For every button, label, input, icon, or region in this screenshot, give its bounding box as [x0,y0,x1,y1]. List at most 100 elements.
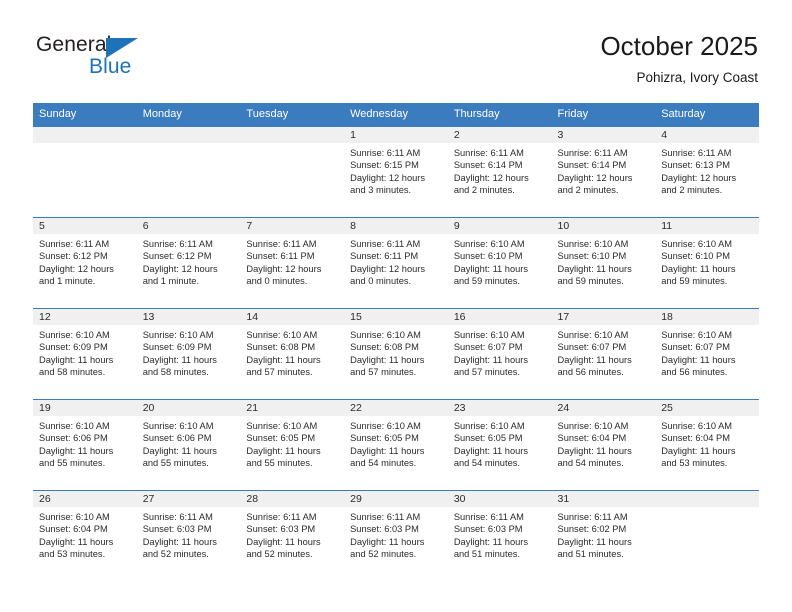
calendar-day-cell[interactable]: 19 Sunrise: 6:10 AM Sunset: 6:06 PM Dayligh… [33,399,137,491]
calendar-day-cell[interactable]: 16 Sunrise: 6:10 AM Sunset: 6:07 PM Dayligh… [447,308,552,400]
day-details: Sunrise: 6:10 AM Sunset: 6:05 PM Daylight:… [448,416,552,470]
calendar-day-cell[interactable]: 10 Sunrise: 6:10 AM Sunset: 6:10 PM Dayligh… [551,217,656,309]
day-number: 22 [344,400,448,416]
sunrise-time: Sunrise: 6:10 AM [557,239,629,249]
calendar-day-cell[interactable]: 30 Sunrise: 6:11 AM Sunset: 6:03 PM Dayligh… [447,490,552,581]
day-details: Sunrise: 6:10 AM Sunset: 6:06 PM Daylight:… [137,416,241,470]
sunset-time: Sunset: 6:05 PM [453,433,523,444]
day-cell-empty [655,491,759,581]
calendar-day-cell[interactable] [33,126,137,218]
day-number: 27 [136,491,241,507]
calendar-day-cell[interactable] [240,126,345,218]
calendar-day-cell[interactable]: 26 Sunrise: 6:10 AM Sunset: 6:04 PM Dayligh… [33,490,137,581]
day-number: 10 [551,218,656,234]
calendar-day-cell[interactable]: 24 Sunrise: 6:10 AM Sunset: 6:04 PM Dayligh… [551,399,656,491]
calendar-day-cell[interactable]: 3 Sunrise: 6:11 AM Sunset: 6:14 PM Daylight… [551,126,656,218]
daylight-duration-line2: and 57 minutes. [246,367,313,378]
daylight-duration-line2: and 2 minutes. [557,185,619,196]
day-details: Sunrise: 6:11 AM Sunset: 6:12 PM Daylight:… [137,234,241,288]
logo-text-general: General [36,33,112,56]
sunset-time: Sunset: 6:09 PM [142,342,212,353]
calendar-day-cell[interactable]: 21 Sunrise: 6:10 AM Sunset: 6:05 PM Dayligh… [240,399,345,491]
day-number: 28 [240,491,345,507]
calendar-day-cell[interactable]: 31 Sunrise: 6:11 AM Sunset: 6:02 PM Dayligh… [551,490,656,581]
sunrise-time: Sunrise: 6:10 AM [453,330,525,340]
calendar-day-cell[interactable]: 27 Sunrise: 6:11 AM Sunset: 6:03 PM Dayligh… [136,490,241,581]
calendar-day-cell[interactable]: 17 Sunrise: 6:10 AM Sunset: 6:07 PM Dayligh… [551,308,656,400]
sunrise-time: Sunrise: 6:11 AM [142,239,213,249]
calendar-day-cell[interactable] [136,126,241,218]
day-number: 25 [655,400,759,416]
daylight-duration-line2: and 1 minute. [142,276,200,287]
weekday-header-friday: Friday [551,103,656,127]
day-number: 21 [240,400,345,416]
daylight-duration-line2: and 0 minutes. [246,276,308,287]
calendar-day-cell[interactable]: 14 Sunrise: 6:10 AM Sunset: 6:08 PM Dayligh… [240,308,345,400]
sunset-time: Sunset: 6:10 PM [557,251,627,262]
calendar-day-cell[interactable] [655,490,759,581]
day-cell: 15 Sunrise: 6:10 AM Sunset: 6:08 PM Dayligh… [344,309,448,399]
day-number: 2 [447,127,552,143]
sunrise-time: Sunrise: 6:10 AM [453,421,525,431]
sunset-time: Sunset: 6:11 PM [350,251,419,262]
calendar-day-cell[interactable]: 22 Sunrise: 6:10 AM Sunset: 6:05 PM Dayligh… [344,399,448,491]
calendar-day-cell[interactable]: 6 Sunrise: 6:11 AM Sunset: 6:12 PM Daylight… [136,217,241,309]
daylight-duration-line2: and 54 minutes. [557,458,624,469]
weekday-header-monday: Monday [136,103,241,127]
calendar-day-cell[interactable]: 9 Sunrise: 6:10 AM Sunset: 6:10 PM Daylight… [447,217,552,309]
day-details: Sunrise: 6:10 AM Sunset: 6:08 PM Daylight:… [344,325,448,379]
calendar-day-cell[interactable]: 5 Sunrise: 6:11 AM Sunset: 6:12 PM Daylight… [33,217,137,309]
day-details: Sunrise: 6:10 AM Sunset: 6:10 PM Daylight:… [655,234,759,288]
calendar-day-cell[interactable]: 28 Sunrise: 6:11 AM Sunset: 6:03 PM Dayligh… [240,490,345,581]
day-number: 13 [136,309,241,325]
daylight-duration-line1: Daylight: 11 hours [350,536,425,547]
calendar-day-cell[interactable]: 2 Sunrise: 6:11 AM Sunset: 6:14 PM Daylight… [447,126,552,218]
title-block: October 2025 Pohizra, Ivory Coast [600,30,758,88]
calendar-day-cell[interactable]: 12 Sunrise: 6:10 AM Sunset: 6:09 PM Dayligh… [33,308,137,400]
calendar-day-cell[interactable]: 29 Sunrise: 6:11 AM Sunset: 6:03 PM Dayligh… [344,490,448,581]
day-cell: 29 Sunrise: 6:11 AM Sunset: 6:03 PM Dayligh… [344,491,448,581]
day-cell: 10 Sunrise: 6:10 AM Sunset: 6:10 PM Dayligh… [551,218,656,308]
calendar-day-cell[interactable]: 1 Sunrise: 6:11 AM Sunset: 6:15 PM Daylight… [344,126,448,218]
calendar-day-cell[interactable]: 4 Sunrise: 6:11 AM Sunset: 6:13 PM Daylight… [655,126,759,218]
daylight-duration-line1: Daylight: 11 hours [142,445,217,456]
calendar-day-cell[interactable]: 13 Sunrise: 6:10 AM Sunset: 6:09 PM Dayligh… [136,308,241,400]
daylight-duration-line1: Daylight: 11 hours [39,536,114,547]
day-cell: 18 Sunrise: 6:10 AM Sunset: 6:07 PM Dayligh… [655,309,759,399]
daylight-duration-line2: and 52 minutes. [142,549,209,560]
day-number: 14 [240,309,345,325]
sunset-time: Sunset: 6:12 PM [39,251,108,262]
calendar-day-cell[interactable]: 8 Sunrise: 6:11 AM Sunset: 6:11 PM Daylight… [344,217,448,309]
sunset-time: Sunset: 6:10 PM [661,251,730,262]
day-cell: 27 Sunrise: 6:11 AM Sunset: 6:03 PM Dayligh… [136,491,241,581]
calendar-day-cell[interactable]: 25 Sunrise: 6:10 AM Sunset: 6:04 PM Dayligh… [655,399,759,491]
calendar-day-cell[interactable]: 18 Sunrise: 6:10 AM Sunset: 6:07 PM Dayligh… [655,308,759,400]
weekday-header-sunday: Sunday [33,103,137,127]
calendar-day-cell[interactable]: 23 Sunrise: 6:10 AM Sunset: 6:05 PM Dayligh… [447,399,552,491]
calendar-day-cell[interactable]: 11 Sunrise: 6:10 AM Sunset: 6:10 PM Dayligh… [655,217,759,309]
daylight-duration-line2: and 56 minutes. [557,367,624,378]
day-details: Sunrise: 6:10 AM Sunset: 6:07 PM Daylight:… [655,325,759,379]
day-cell: 23 Sunrise: 6:10 AM Sunset: 6:05 PM Dayligh… [447,400,552,490]
day-details: Sunrise: 6:11 AM Sunset: 6:14 PM Daylight:… [552,143,656,197]
day-cell: 1 Sunrise: 6:11 AM Sunset: 6:15 PM Daylight… [344,127,448,217]
daylight-duration-line1: Daylight: 12 hours [453,172,529,183]
day-cell: 14 Sunrise: 6:10 AM Sunset: 6:08 PM Dayligh… [240,309,345,399]
page-header: General Blue October 2025 Pohizra, Ivory… [0,0,792,100]
daylight-duration-line2: and 58 minutes. [142,367,209,378]
calendar-day-cell[interactable]: 7 Sunrise: 6:11 AM Sunset: 6:11 PM Daylight… [240,217,345,309]
calendar-day-cell[interactable]: 20 Sunrise: 6:10 AM Sunset: 6:06 PM Dayligh… [136,399,241,491]
daylight-duration-line1: Daylight: 11 hours [246,536,321,547]
day-details: Sunrise: 6:10 AM Sunset: 6:10 PM Daylight:… [448,234,552,288]
day-details: Sunrise: 6:10 AM Sunset: 6:06 PM Daylight:… [33,416,137,470]
day-cell: 7 Sunrise: 6:11 AM Sunset: 6:11 PM Daylight… [240,218,345,308]
day-cell-empty [33,127,137,217]
calendar-day-cell[interactable]: 15 Sunrise: 6:10 AM Sunset: 6:08 PM Dayligh… [344,308,448,400]
daylight-duration-line2: and 51 minutes. [557,549,624,560]
day-details: Sunrise: 6:11 AM Sunset: 6:03 PM Daylight:… [240,507,344,561]
day-details: Sunrise: 6:10 AM Sunset: 6:04 PM Daylight:… [655,416,759,470]
sunset-time: Sunset: 6:04 PM [557,433,627,444]
day-cell: 13 Sunrise: 6:10 AM Sunset: 6:09 PM Dayligh… [136,309,241,399]
daylight-duration-line2: and 54 minutes. [350,458,417,469]
sunset-time: Sunset: 6:04 PM [39,524,108,535]
